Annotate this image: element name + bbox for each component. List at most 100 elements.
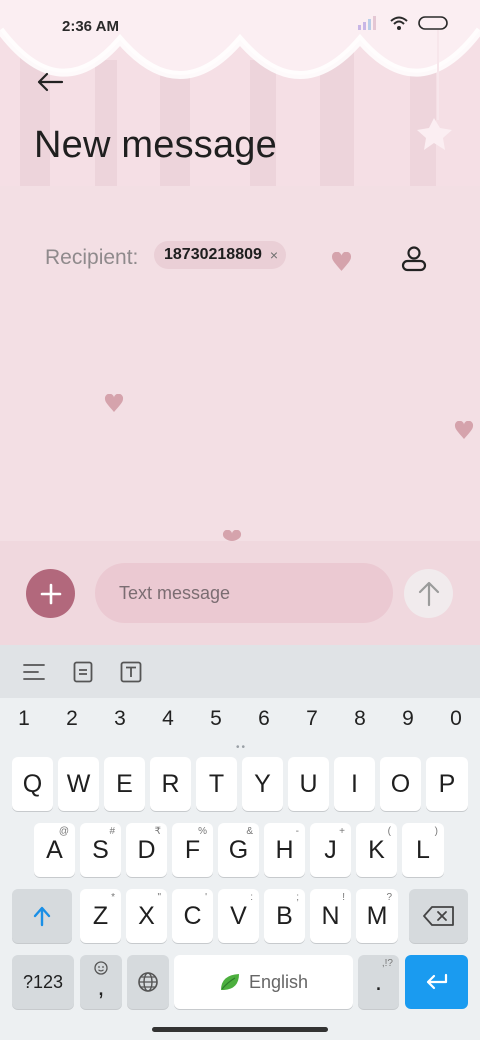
key-label: R (161, 769, 180, 798)
comma-key[interactable]: , (80, 955, 122, 1009)
key-label: Z (92, 901, 109, 930)
key-hint: ; (296, 892, 299, 903)
menu-icon (23, 664, 45, 680)
key-hint: ? (386, 892, 392, 903)
back-arrow-icon (37, 72, 64, 92)
heart-icon (332, 252, 351, 271)
key-hint: ) (434, 826, 438, 837)
key-b[interactable]: B; (264, 889, 305, 943)
key-n[interactable]: N! (310, 889, 351, 943)
status-icons (358, 16, 450, 30)
text-format-button[interactable] (118, 659, 144, 685)
key-k[interactable]: K( (356, 823, 397, 877)
leaf-icon (220, 974, 239, 990)
shift-icon (33, 906, 51, 927)
key-label: V (230, 901, 247, 930)
language-key[interactable] (127, 955, 169, 1009)
key-h[interactable]: H- (264, 823, 305, 877)
key-label: A (46, 835, 63, 864)
backspace-key[interactable] (409, 889, 468, 943)
key-hint: - (295, 826, 299, 837)
key-w[interactable]: W (58, 757, 99, 811)
key-2[interactable]: 2 (52, 707, 92, 731)
key-e[interactable]: E (104, 757, 145, 811)
battery-icon (418, 16, 448, 30)
key-hint: " (157, 892, 161, 903)
key-hint: ,!? (381, 958, 393, 969)
key-label: P (438, 769, 456, 798)
clipboard-button[interactable] (70, 659, 96, 685)
key-f[interactable]: F% (172, 823, 213, 877)
home-indicator[interactable] (152, 1027, 328, 1032)
period-key-label: . (375, 967, 382, 996)
menu-button[interactable] (21, 659, 47, 685)
recipient-chip[interactable]: 18730218809 × (154, 241, 287, 269)
comma-key-label: , (97, 973, 105, 1001)
space-key[interactable]: English (174, 955, 353, 1009)
key-5[interactable]: 5 (196, 707, 236, 731)
symbols-key-label: ?123 (22, 971, 64, 992)
key-l[interactable]: L) (402, 823, 444, 877)
key-7[interactable]: 7 (292, 707, 332, 731)
space-key-content: English (219, 972, 308, 993)
space-key-label: English (248, 971, 309, 992)
symbols-key[interactable]: ?123 (12, 955, 74, 1009)
message-input[interactable]: Text message (95, 563, 393, 623)
key-u[interactable]: U (288, 757, 329, 811)
page-title: New message (34, 124, 277, 166)
key-g[interactable]: G & (218, 823, 259, 877)
key-label: U (299, 769, 318, 798)
key-hint: @ (58, 826, 69, 837)
key-v[interactable]: V: (218, 889, 259, 943)
key-j[interactable]: J + (310, 823, 351, 877)
key-a[interactable]: A @ (34, 823, 75, 877)
key-1[interactable]: 1 (4, 707, 44, 731)
enter-icon (426, 973, 447, 990)
key-q[interactable]: Q (12, 757, 53, 811)
key-hint: ( (387, 826, 391, 837)
key-label: H (275, 835, 294, 864)
key-6[interactable]: 6 (244, 707, 284, 731)
key-p[interactable]: P (426, 757, 468, 811)
back-button[interactable] (32, 64, 68, 100)
key-i[interactable]: I (334, 757, 375, 811)
key-t[interactable]: T (196, 757, 237, 811)
contact-icon (401, 246, 427, 272)
key-hint: ! (342, 892, 345, 903)
key-x[interactable]: X " (126, 889, 167, 943)
key-y[interactable]: Y (242, 757, 283, 811)
key-r[interactable]: R (150, 757, 191, 811)
recipient-label: Recipient: (45, 246, 139, 269)
key-d[interactable]: D ₹ (126, 823, 167, 877)
key-hint: # (109, 826, 115, 837)
key-3[interactable]: 3 (100, 707, 140, 731)
key-0[interactable]: 0 (436, 707, 476, 731)
remove-recipient-button[interactable]: × (270, 248, 278, 262)
period-key[interactable]: . ,!? (358, 955, 399, 1009)
plus-icon (40, 583, 61, 604)
signal-icon (358, 16, 376, 30)
key-8[interactable]: 8 (340, 707, 380, 731)
key-label: I (351, 769, 358, 798)
message-area: Recipient: 18730218809 × (0, 186, 480, 541)
key-label: W (66, 769, 91, 798)
page-indicator: •• (236, 742, 248, 753)
pick-contact-button[interactable] (398, 242, 430, 274)
key-s[interactable]: S # (80, 823, 121, 877)
key-9[interactable]: 9 (388, 707, 428, 731)
key-label: D (137, 835, 156, 864)
key-label: O (390, 769, 411, 798)
shift-key[interactable] (12, 889, 72, 943)
key-z[interactable]: Z * (80, 889, 121, 943)
send-button[interactable] (404, 569, 453, 618)
key-hint: * (111, 892, 115, 903)
key-label: F (184, 835, 201, 864)
key-m[interactable]: M? (356, 889, 398, 943)
heart-icon (222, 530, 242, 541)
key-o[interactable]: O (380, 757, 421, 811)
enter-key[interactable] (405, 955, 468, 1009)
key-4[interactable]: 4 (148, 707, 188, 731)
key-c[interactable]: C ' (172, 889, 213, 943)
add-attachment-button[interactable] (26, 569, 75, 618)
key-hint: & (246, 826, 253, 837)
